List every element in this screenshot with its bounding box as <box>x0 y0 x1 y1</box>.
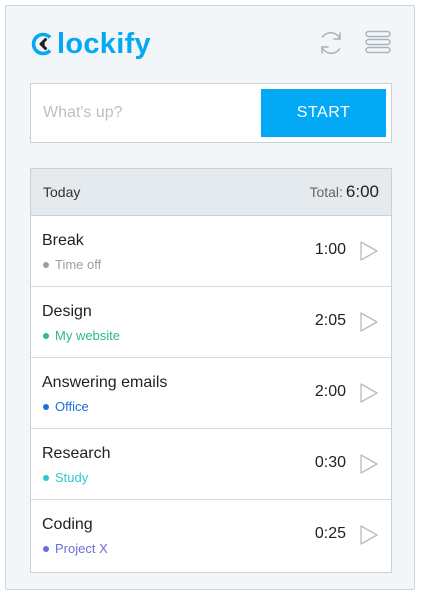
entry-project-name: Time off <box>55 257 102 272</box>
clockify-logo-mark-icon <box>31 32 52 56</box>
timer-bar: START <box>30 83 392 143</box>
project-color-dot <box>43 261 49 268</box>
hamburger-menu-icon <box>365 30 391 54</box>
entry-project-name: Study <box>55 470 89 485</box>
total-value: 6:00 <box>345 182 379 201</box>
entry-description: Break <box>42 232 84 249</box>
entry-duration: 0:25 <box>314 525 346 542</box>
time-entry-row[interactable]: Research Study 0:30 <box>31 429 391 500</box>
time-entry-row[interactable]: Answering emails Office 2:00 <box>31 358 391 429</box>
time-entries-card: Today Total: 6:00 Break Time off 1:00 De… <box>30 168 392 573</box>
entry-project: Project X <box>43 541 108 556</box>
entry-duration: 1:00 <box>314 241 346 258</box>
project-color-dot <box>43 545 49 552</box>
play-icon[interactable] <box>359 453 379 475</box>
entry-project-name: My website <box>55 328 121 343</box>
entry-description: Design <box>42 303 92 320</box>
time-entry-row[interactable]: Design My website 2:05 <box>31 287 391 358</box>
clockify-logo: lockify <box>30 26 151 62</box>
project-color-dot <box>43 474 49 481</box>
entry-project: Time off <box>43 257 101 272</box>
total-label: Total: <box>309 184 343 200</box>
entry-project-name: Project X <box>55 541 108 556</box>
header: lockify <box>6 6 414 81</box>
entry-duration: 0:30 <box>314 454 346 471</box>
entry-description: Answering emails <box>42 374 168 391</box>
brand-name: lockify <box>57 28 151 60</box>
entry-duration: 2:05 <box>314 312 346 329</box>
entry-project: Office <box>43 399 89 414</box>
entry-project: My website <box>43 328 120 343</box>
entry-project-name: Office <box>55 399 89 414</box>
start-button[interactable]: START <box>261 89 386 137</box>
play-icon[interactable] <box>359 311 379 333</box>
entry-description: Research <box>42 445 111 462</box>
whats-up-input[interactable] <box>31 84 259 142</box>
play-icon[interactable] <box>359 382 379 404</box>
menu-button[interactable] <box>364 28 392 56</box>
sync-icon <box>321 31 341 55</box>
entry-duration: 2:00 <box>314 383 346 400</box>
entry-project: Study <box>43 470 88 485</box>
sync-button[interactable] <box>316 28 346 58</box>
app-frame: lockify START Today Total: <box>5 5 415 590</box>
time-entry-row[interactable]: Coding Project X 0:25 <box>31 500 391 571</box>
play-icon[interactable] <box>359 524 379 546</box>
day-label: Today <box>43 184 81 200</box>
entry-description: Coding <box>42 516 93 533</box>
project-color-dot <box>43 332 49 339</box>
day-header: Today Total: 6:00 <box>31 169 391 216</box>
project-color-dot <box>43 403 49 410</box>
day-total: Total: 6:00 <box>309 182 379 202</box>
time-entry-row[interactable]: Break Time off 1:00 <box>31 216 391 287</box>
play-icon[interactable] <box>359 240 379 262</box>
